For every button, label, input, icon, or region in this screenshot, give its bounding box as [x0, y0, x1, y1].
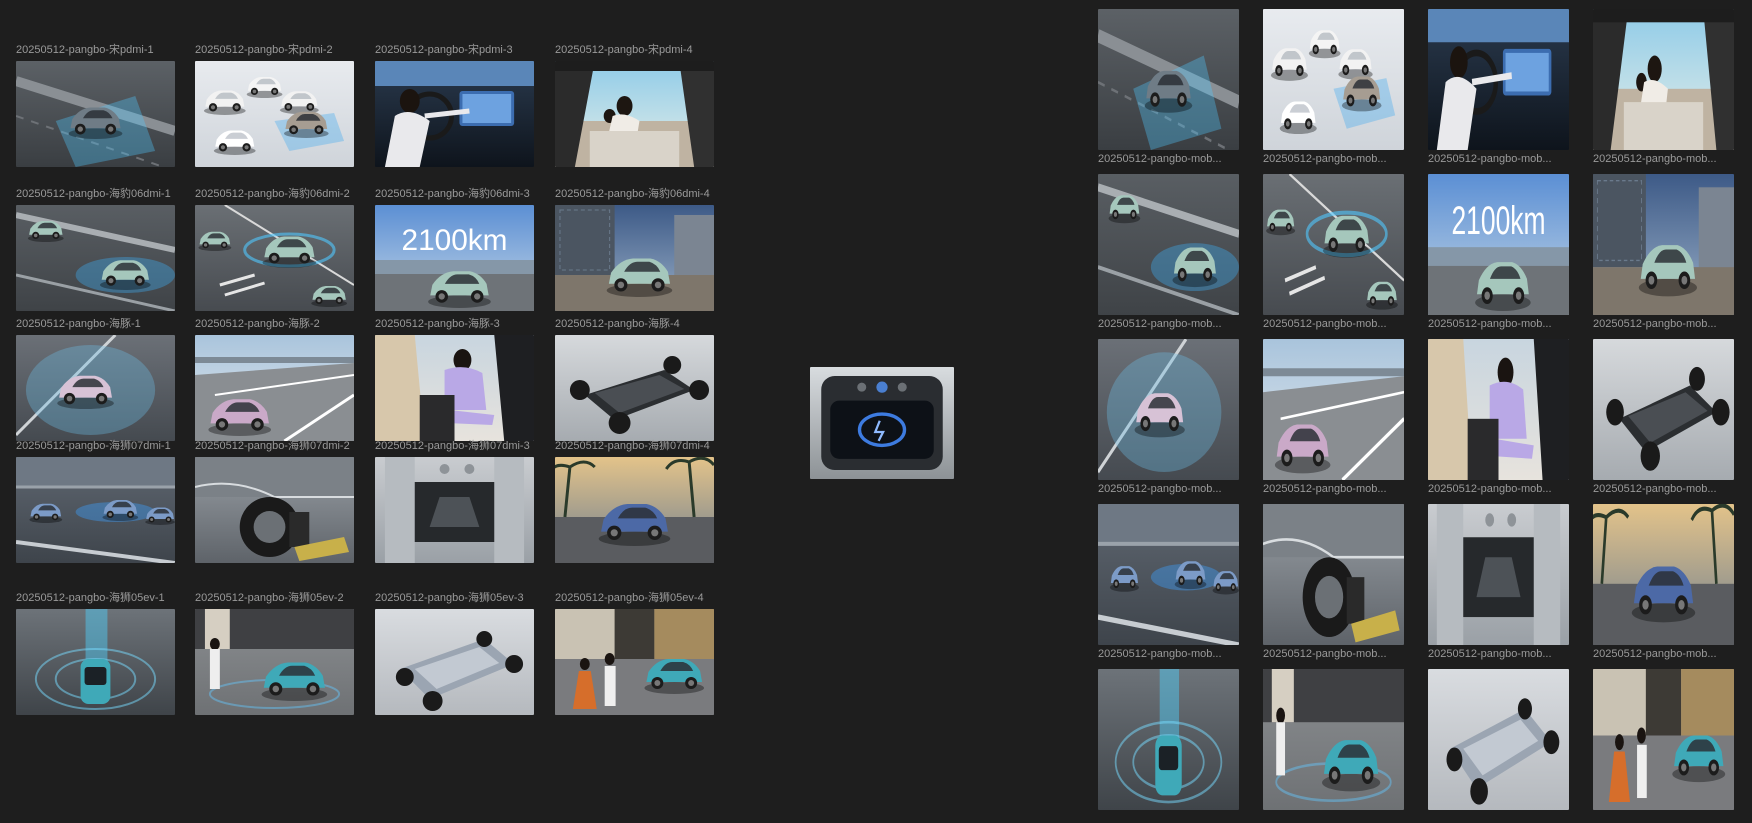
- mobile-frame-thumbnail[interactable]: 2100km: [1428, 174, 1569, 315]
- frame-thumbnail[interactable]: [555, 609, 714, 715]
- frame-thumbnail[interactable]: [375, 457, 534, 563]
- frame-label[interactable]: 20250512-pangbo-mob...: [1263, 648, 1404, 661]
- mobile-frame-thumbnail[interactable]: [1263, 9, 1404, 150]
- mobile-frame-thumbnail[interactable]: [1263, 339, 1404, 480]
- frame-label[interactable]: 20250512-pangbo-海豚-4: [555, 318, 680, 330]
- mobile-frame-thumbnail[interactable]: [1428, 504, 1569, 645]
- mobile-frame-thumbnail[interactable]: [1593, 669, 1734, 810]
- mobile-frame-thumbnail[interactable]: [1263, 669, 1404, 810]
- frame-label[interactable]: 20250512-pangbo-海豹06dmi-3: [375, 188, 530, 200]
- frame-thumbnail[interactable]: [555, 457, 714, 563]
- frame-label[interactable]: 20250512-pangbo-mob...: [1098, 153, 1239, 166]
- frame-thumbnail[interactable]: [375, 609, 534, 715]
- frame-label[interactable]: 20250512-pangbo-海豹06dmi-1: [16, 188, 171, 200]
- frame-label[interactable]: 20250512-pangbo-mob...: [1593, 483, 1734, 496]
- frame-label[interactable]: 20250512-pangbo-海狮05ev-1: [16, 592, 165, 604]
- mobile-frame-thumbnail[interactable]: [1263, 504, 1404, 645]
- mobile-frame-thumbnail[interactable]: [1428, 9, 1569, 150]
- frame-label[interactable]: 20250512-pangbo-宋pdmi-2: [195, 44, 333, 56]
- mobile-frame-thumbnail[interactable]: [1098, 339, 1239, 480]
- frame-label[interactable]: 20250512-pangbo-海狮05ev-3: [375, 592, 524, 604]
- frame-label[interactable]: 20250512-pangbo-mob...: [1098, 318, 1239, 331]
- frame-label[interactable]: 20250512-pangbo-mob...: [1428, 483, 1569, 496]
- mobile-frame-thumbnail[interactable]: [1593, 174, 1734, 315]
- frame-label[interactable]: 20250512-pangbo-宋pdmi-1: [16, 44, 154, 56]
- frame-thumbnail[interactable]: [555, 205, 714, 311]
- frame-label[interactable]: 20250512-pangbo-mob...: [1593, 648, 1734, 661]
- frame-label[interactable]: 20250512-pangbo-海豹06dmi-4: [555, 188, 710, 200]
- mobile-frame-thumbnail[interactable]: [1263, 174, 1404, 315]
- mobile-frame-thumbnail[interactable]: [1428, 669, 1569, 810]
- frame-thumbnail[interactable]: [375, 335, 534, 441]
- frame-label[interactable]: 20250512-pangbo-海豚-2: [195, 318, 320, 330]
- frame-label[interactable]: 20250512-pangbo-海狮05ev-2: [195, 592, 344, 604]
- frame-thumbnail[interactable]: [16, 61, 175, 167]
- frame-thumbnail[interactable]: [16, 205, 175, 311]
- frame-thumbnail[interactable]: [555, 61, 714, 167]
- frame-thumbnail[interactable]: 2100km: [375, 205, 534, 311]
- mobile-frame-thumbnail[interactable]: [1098, 669, 1239, 810]
- frame-thumbnail[interactable]: [16, 457, 175, 563]
- frame-label[interactable]: 20250512-pangbo-mob...: [1263, 318, 1404, 331]
- frame-thumbnail[interactable]: [16, 609, 175, 715]
- range-overlay-text: 2100km: [1451, 198, 1545, 243]
- mobile-frame-thumbnail[interactable]: [1593, 504, 1734, 645]
- frame-thumbnail[interactable]: [195, 205, 354, 311]
- frame-label[interactable]: 20250512-pangbo-海狮07dmi-2: [195, 440, 350, 452]
- mobile-frame-thumbnail[interactable]: [1098, 9, 1239, 150]
- frame-label[interactable]: 20250512-pangbo-宋pdmi-4: [555, 44, 693, 56]
- mobile-frame-thumbnail[interactable]: [1593, 9, 1734, 150]
- frame-label[interactable]: 20250512-pangbo-海狮05ev-4: [555, 592, 704, 604]
- frame-label[interactable]: 20250512-pangbo-mob...: [1263, 483, 1404, 496]
- frame-thumbnail[interactable]: [195, 61, 354, 167]
- mobile-frame-thumbnail[interactable]: [1428, 339, 1569, 480]
- frame-thumbnail[interactable]: [195, 609, 354, 715]
- mobile-frame-thumbnail[interactable]: [1098, 504, 1239, 645]
- frame-label[interactable]: 20250512-pangbo-mob...: [1098, 483, 1239, 496]
- frame-label[interactable]: 20250512-pangbo-mob...: [1593, 153, 1734, 166]
- frame-label[interactable]: 20250512-pangbo-mob...: [1428, 648, 1569, 661]
- frame-label[interactable]: 20250512-pangbo-宋pdmi-3: [375, 44, 513, 56]
- frame-label[interactable]: 20250512-pangbo-mob...: [1593, 318, 1734, 331]
- frame-label[interactable]: 20250512-pangbo-mob...: [1428, 318, 1569, 331]
- frame-label[interactable]: 20250512-pangbo-海豚-3: [375, 318, 500, 330]
- frame-label[interactable]: 20250512-pangbo-mob...: [1428, 153, 1569, 166]
- frame-label[interactable]: 20250512-pangbo-mob...: [1098, 648, 1239, 661]
- frame-label[interactable]: 20250512-pangbo-海狮07dmi-4: [555, 440, 710, 452]
- frame-thumbnail[interactable]: [195, 335, 354, 441]
- frame-thumbnail[interactable]: [375, 61, 534, 167]
- frame-thumbnail[interactable]: [16, 335, 175, 441]
- range-overlay-text: 2100km: [401, 224, 507, 257]
- frame-label[interactable]: 20250512-pangbo-mob...: [1263, 153, 1404, 166]
- frame-label[interactable]: 20250512-pangbo-海豚-1: [16, 318, 141, 330]
- mobile-frame-thumbnail[interactable]: [1098, 174, 1239, 315]
- frame-label[interactable]: 20250512-pangbo-海狮07dmi-1: [16, 440, 171, 452]
- mobile-frame-thumbnail[interactable]: [1593, 339, 1734, 480]
- charger-frame-thumbnail[interactable]: [810, 367, 954, 479]
- frame-thumbnail[interactable]: [195, 457, 354, 563]
- frame-label[interactable]: 20250512-pangbo-海豹06dmi-2: [195, 188, 350, 200]
- frame-label[interactable]: 20250512-pangbo-海狮07dmi-3: [375, 440, 530, 452]
- frame-thumbnail[interactable]: [555, 335, 714, 441]
